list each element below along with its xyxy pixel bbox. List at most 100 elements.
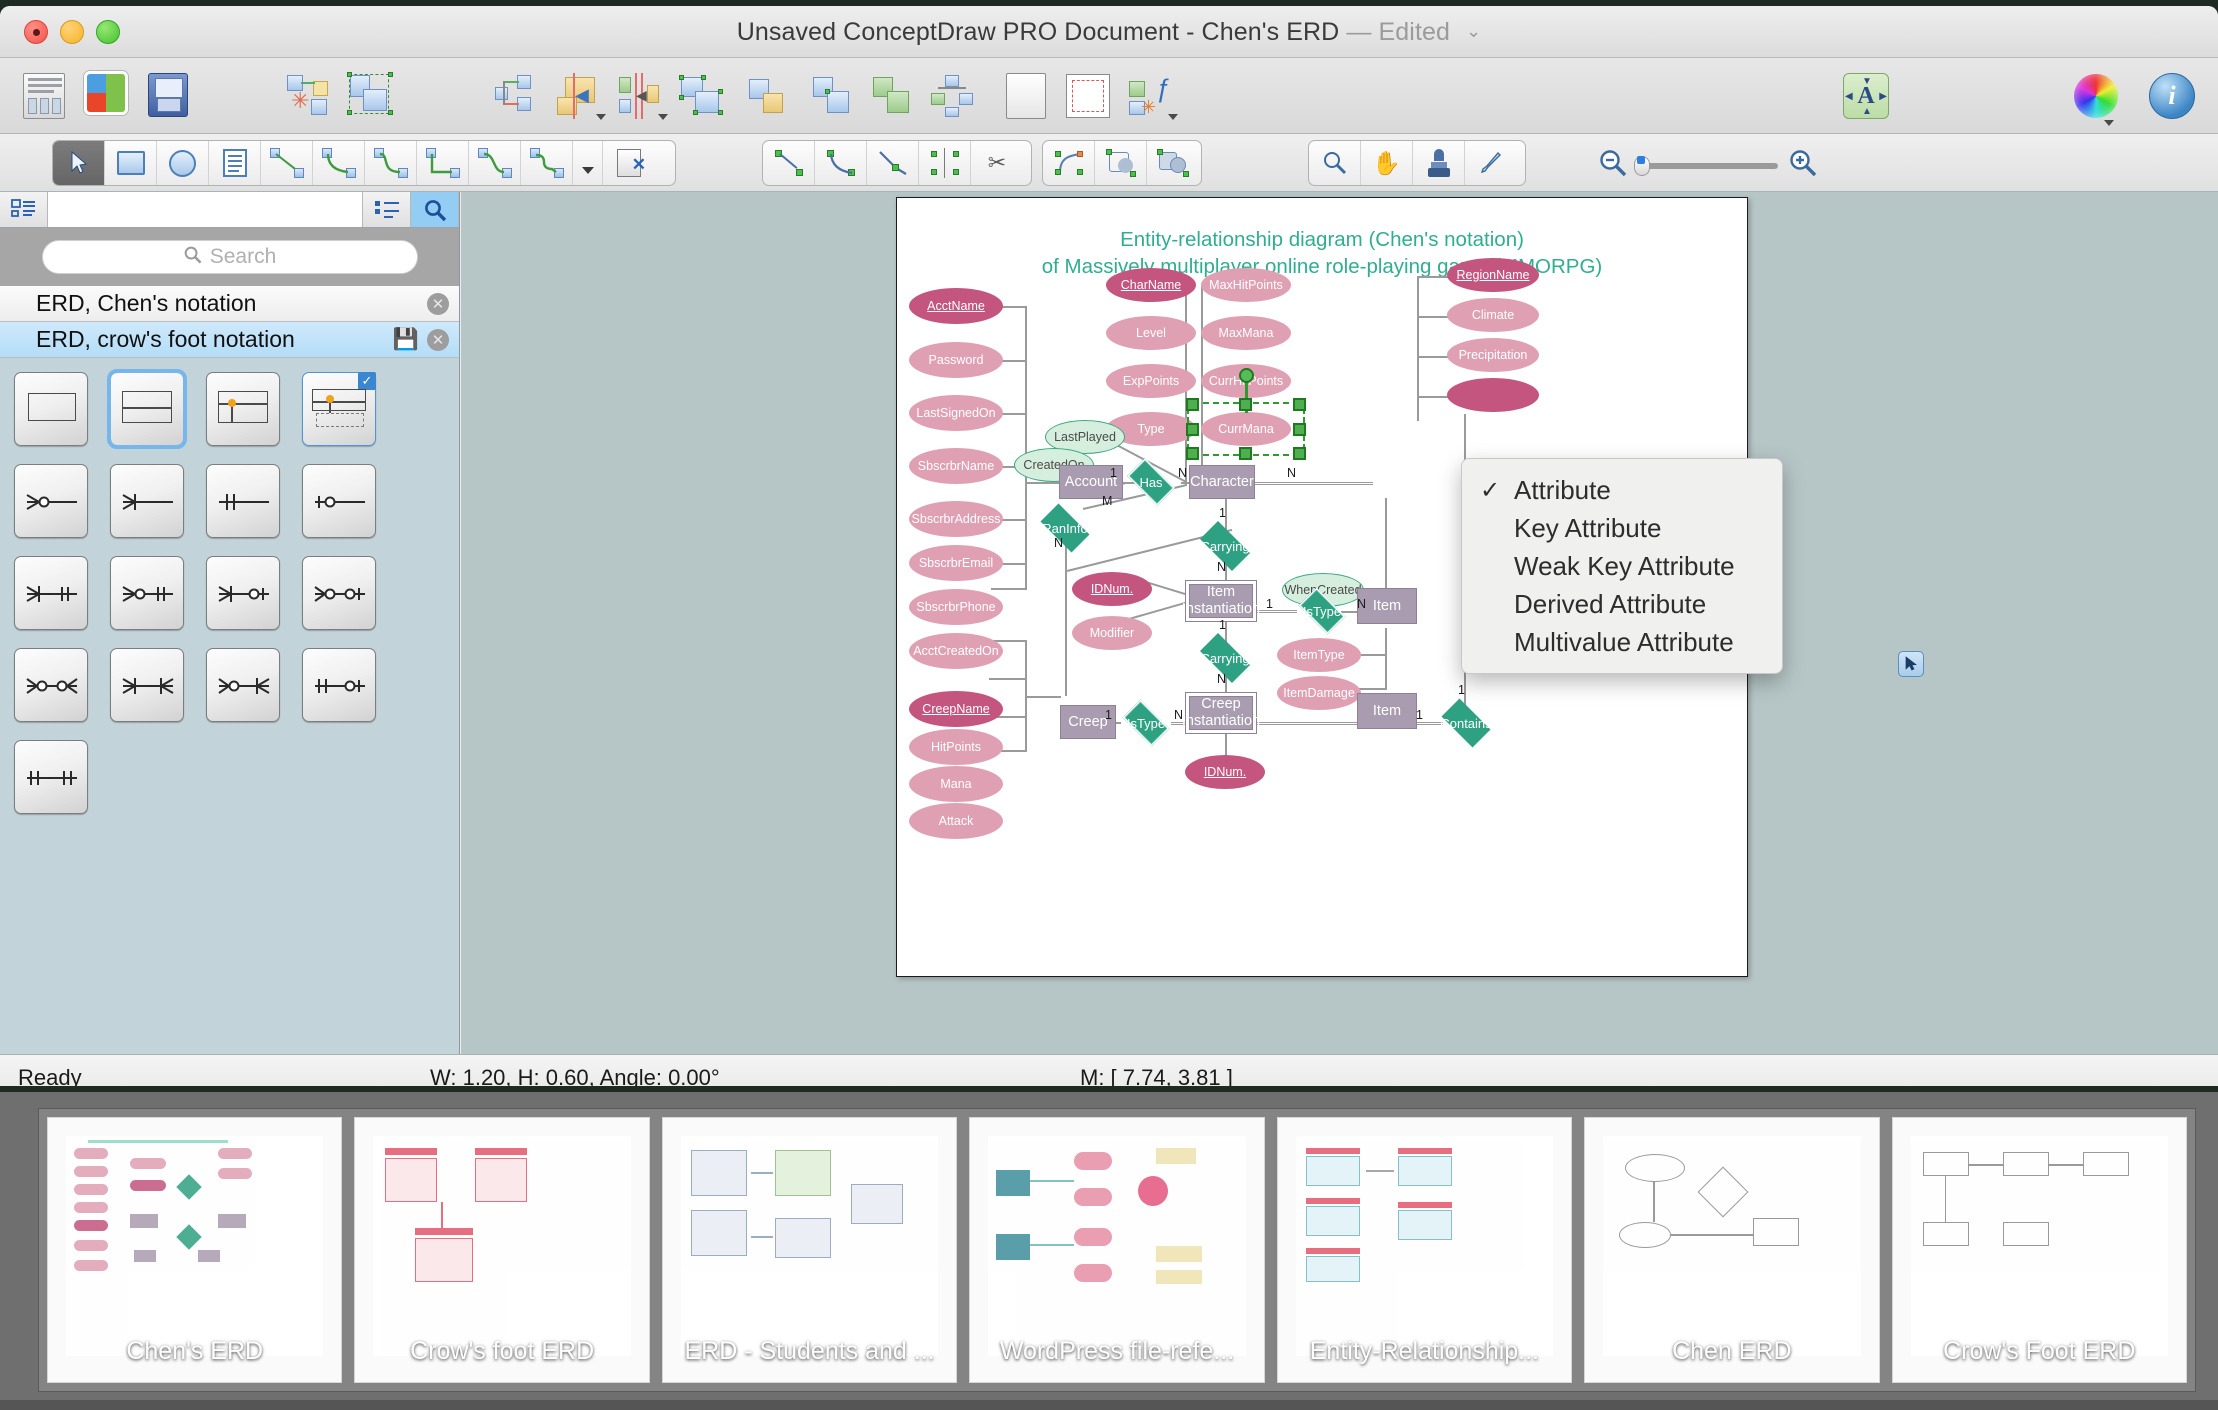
relationship-istype-creep[interactable]: IsType [1117, 699, 1175, 747]
attribute-attack[interactable]: Attack [909, 803, 1003, 839]
zoom-out-icon[interactable] [1598, 148, 1628, 183]
page-setup-icon[interactable] [1062, 70, 1114, 122]
relationship-carrying-1[interactable]: Carrying [1193, 521, 1257, 571]
attribute-itemtype[interactable]: ItemType [1277, 638, 1361, 672]
gallery-strip[interactable]: Chen's ERD Crow's foot ERD ERD - Student… [38, 1108, 2196, 1392]
eyedropper-tool[interactable] [1465, 141, 1517, 185]
shape-crowsfoot-zeromany-zeroone[interactable] [302, 556, 376, 630]
menu-item-weak-key-attribute[interactable]: Weak Key Attribute [1462, 547, 1782, 585]
attribute-sbscrbraddress[interactable]: SbscrbrAddress [909, 501, 1003, 537]
gallery-thumb-students[interactable]: ERD - Students and ... [661, 1117, 958, 1383]
attribute-lastsignedon[interactable]: LastSignedOn [909, 395, 1003, 431]
line-connector-tool[interactable] [261, 141, 313, 185]
chevron-down-icon[interactable]: ⌄ [1466, 21, 1481, 42]
attribute-creepname[interactable]: CreepName [909, 691, 1003, 727]
attribute-idnum-creep[interactable]: IDNum. [1185, 755, 1265, 789]
group-icon[interactable] [740, 70, 792, 122]
entity-item[interactable]: Item [1357, 693, 1417, 729]
zoom-tool[interactable] [1309, 141, 1361, 185]
combine-shapes-tool[interactable] [1043, 141, 1095, 185]
text-block-tool[interactable] [209, 141, 261, 185]
entity-creep-instantiation[interactable]: Creep Instantiation [1182, 692, 1260, 734]
smart-connector-tool[interactable] [365, 141, 417, 185]
shape-entity-with-key[interactable] [206, 372, 280, 446]
hand-tool[interactable]: ✋ [1361, 141, 1413, 185]
menu-item-attribute[interactable]: ✓ Attribute [1462, 471, 1782, 509]
attribute-regionname[interactable]: RegionName [1447, 258, 1539, 292]
attribute-acctcreatedon[interactable]: AcctCreatedOn [909, 633, 1003, 669]
library-path-field[interactable] [48, 192, 363, 227]
shape-type-menu-button[interactable] [1898, 651, 1924, 677]
rotation-handle[interactable] [1239, 368, 1254, 383]
attribute-sbscrbrname[interactable]: SbscrbrName [909, 448, 1003, 484]
shape-crowsfoot-zeromany-zeromany[interactable] [14, 648, 88, 722]
gallery-scrollbar[interactable] [0, 1400, 2218, 1410]
attribute-maxmana[interactable]: MaxMana [1201, 316, 1291, 350]
mirror-tool[interactable] [919, 141, 971, 185]
select-all-icon[interactable] [344, 70, 396, 122]
attribute-acctname[interactable]: AcctName [909, 288, 1003, 324]
shape-crowsfoot-onemany-onemany[interactable] [110, 648, 184, 722]
stamp-tool[interactable] [1413, 141, 1465, 185]
shape-crowsfoot-zero-one[interactable] [302, 464, 376, 538]
attribute-itemdamage[interactable]: ItemDamage [1277, 676, 1361, 710]
connector-dropdown[interactable] [573, 141, 603, 185]
save-library-icon[interactable]: 💾 [393, 328, 419, 352]
arc-connector-tool[interactable] [313, 141, 365, 185]
search-input[interactable]: Search [41, 240, 418, 274]
hypernote-icon[interactable]: ƒ ✳ [1124, 70, 1178, 122]
shape-entity-2-rows[interactable] [107, 369, 187, 449]
attribute-level[interactable]: Level [1106, 316, 1196, 350]
node-edit-tool[interactable] [867, 141, 919, 185]
close-icon[interactable]: ✕ [427, 328, 449, 351]
gallery-thumb-crows-foot-erd-2[interactable]: Crow's Foot ERD [1891, 1117, 2187, 1383]
align-center-icon[interactable]: ◀ [614, 70, 668, 122]
connect-shapes-icon[interactable]: ✳ [282, 70, 334, 122]
text-tool-icon[interactable]: A ▼ ▲ ◀ ▶ [1840, 70, 1892, 122]
gallery-thumb-crows-foot-erd[interactable]: Crow's foot ERD [354, 1117, 650, 1383]
attribute-charname[interactable]: CharName [1106, 268, 1196, 302]
attribute-region-extra[interactable] [1447, 378, 1539, 412]
union-shapes-tool[interactable] [1147, 141, 1199, 185]
scissors-tool[interactable]: ✂ [971, 141, 1023, 185]
relationship-carrying-2[interactable]: Carrying [1193, 633, 1257, 683]
ellipse-tool[interactable] [157, 141, 209, 185]
gallery-thumb-wordpress[interactable]: WordPress file-refe... [969, 1117, 1265, 1383]
arrange-icon[interactable] [926, 70, 978, 122]
entity-character[interactable]: Character [1189, 465, 1255, 499]
rectangle-tool[interactable] [105, 141, 157, 185]
rounded-connector-tool[interactable] [521, 141, 573, 185]
gallery-thumb-entity-relationship[interactable]: Entity-Relationship... [1276, 1117, 1573, 1383]
attribute-type-context-menu[interactable]: ✓ Attribute Key Attribute Weak Key Attri… [1461, 458, 1783, 674]
shape-crowsfoot-one-one-b[interactable] [14, 740, 88, 814]
search-tab[interactable] [411, 192, 459, 227]
curve-segment-tool[interactable] [815, 141, 867, 185]
shape-crowsfoot-zeromany-onemany[interactable] [206, 648, 280, 722]
shape-crowsfoot-one-zeroone[interactable] [302, 648, 376, 722]
library-item-chens-notation[interactable]: ERD, Chen's notation ✕ [0, 286, 459, 322]
relationship-raninfo[interactable]: RanInfo [1034, 503, 1096, 553]
straight-segment-tool[interactable] [763, 141, 815, 185]
zoom-slider[interactable] [1634, 155, 1778, 176]
library-item-crows-foot-notation[interactable]: ERD, crow's foot notation 💾 ✕ [0, 322, 459, 358]
shape-crowsfoot-one-many-one[interactable] [14, 556, 88, 630]
bring-front-icon[interactable] [806, 70, 858, 122]
attribute-maxhitpoints[interactable]: MaxHitPoints [1201, 268, 1291, 302]
entity-item-instantiation[interactable]: Item Instantiation [1182, 580, 1260, 622]
attribute-password[interactable]: Password [909, 342, 1003, 378]
save-icon[interactable] [142, 70, 194, 122]
templates-icon[interactable] [18, 70, 70, 122]
info-icon[interactable]: i [2146, 70, 2198, 122]
attribute-sbscrbremail[interactable]: SbscrbrEmail [909, 545, 1003, 581]
shape-entity-plain[interactable] [14, 372, 88, 446]
shape-crowsfoot-many-zeroone[interactable] [206, 556, 280, 630]
subtract-shapes-tool[interactable] [1095, 141, 1147, 185]
attribute-sbscrbrphone[interactable]: SbscrbrPhone [909, 589, 1003, 625]
attribute-exppoints[interactable]: ExpPoints [1106, 364, 1196, 398]
list-view-tab[interactable] [363, 192, 411, 227]
attribute-mana[interactable]: Mana [909, 766, 1003, 802]
right-angle-connector-tool[interactable] [417, 141, 469, 185]
new-page-icon[interactable] [1000, 70, 1052, 122]
delete-connector-tool[interactable]: ✕ [603, 141, 655, 185]
attribute-hitpoints[interactable]: HitPoints [909, 729, 1003, 765]
